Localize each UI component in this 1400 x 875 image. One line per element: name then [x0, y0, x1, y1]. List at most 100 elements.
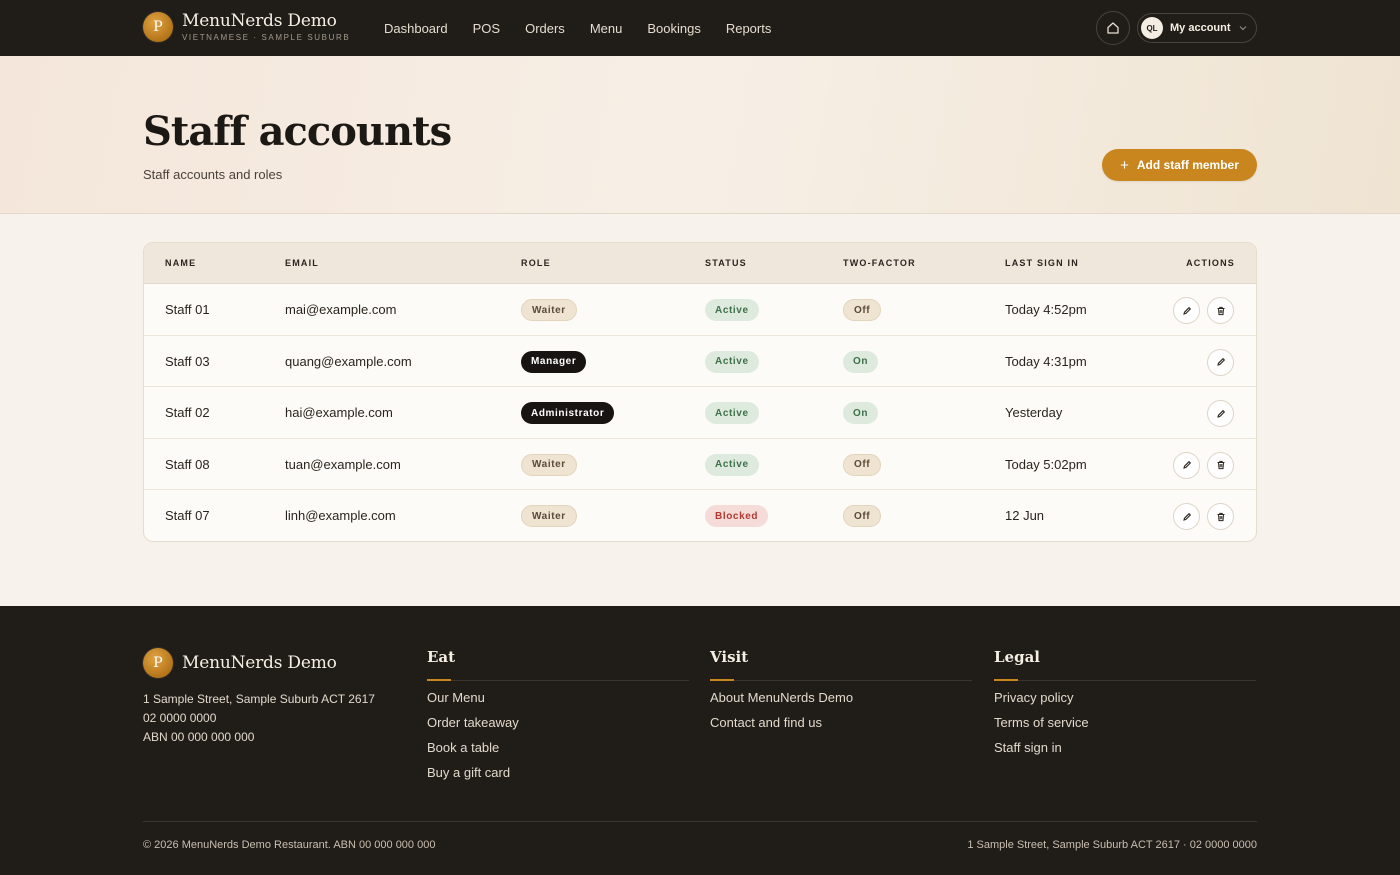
two-factor-badge: On	[843, 402, 879, 425]
footer-divider	[143, 821, 1257, 822]
footer-address: 1 Sample Street, Sample Suburb ACT 2617 …	[143, 690, 375, 747]
add-staff-button[interactable]: + Add staff member	[1102, 149, 1257, 181]
last-sign-in: Today 4:52pm	[1005, 302, 1087, 317]
page-header: Staff accounts Staff accounts and roles …	[0, 56, 1400, 214]
role-badge: Administrator	[521, 402, 615, 425]
role-badge: Manager	[521, 350, 587, 373]
staff-name: Staff 01	[165, 302, 210, 317]
last-sign-in: Yesterday	[1005, 405, 1063, 421]
status-badge: Active	[705, 453, 759, 476]
staff-name: Staff 07	[165, 508, 210, 524]
header-status[interactable]: STATUS	[705, 258, 747, 268]
delete-button[interactable]	[1207, 503, 1234, 531]
brand[interactable]: P MenuNerds Demo VIETNAMESE · SAMPLE SUB…	[143, 12, 350, 42]
pencil-icon	[1182, 512, 1191, 521]
delete-button[interactable]	[1207, 297, 1234, 324]
footer-link[interactable]: Staff sign in	[994, 740, 1256, 756]
status-badge: Active	[705, 350, 759, 373]
footer-link[interactable]: Our Menu	[427, 690, 689, 706]
footer-link[interactable]: Privacy policy	[994, 690, 1256, 706]
footer-column-legal: Legal Privacy policy Terms of service St…	[994, 648, 1256, 756]
footer-column-visit: Visit About MenuNerds Demo Contact and f…	[710, 648, 972, 731]
trash-icon	[1217, 512, 1224, 521]
nav-bookings[interactable]: Bookings	[647, 21, 700, 36]
nav-pos[interactable]: POS	[473, 21, 500, 36]
page-title: Staff accounts	[143, 108, 452, 155]
nav-dashboard[interactable]: Dashboard	[384, 21, 448, 36]
home-icon	[1107, 22, 1119, 34]
chevron-down-icon	[1239, 26, 1246, 31]
edit-button[interactable]	[1173, 503, 1200, 531]
footer-column-title: Visit	[710, 648, 972, 681]
footer-column-title: Eat	[427, 648, 689, 681]
header-actions: ACTIONS	[1186, 258, 1235, 268]
phone-line: 02 0000 0000	[143, 711, 217, 725]
two-factor-badge: Off	[843, 453, 882, 476]
staff-email: mai@example.com	[285, 302, 397, 317]
page-subtitle: Staff accounts and roles	[143, 167, 283, 182]
staff-name: Staff 02	[165, 405, 210, 421]
two-factor-badge: Off	[843, 299, 882, 321]
delete-button[interactable]	[1207, 451, 1234, 479]
last-sign-in: Today 5:02pm	[1005, 456, 1087, 472]
nav-menu[interactable]: Menu	[590, 21, 623, 36]
pencil-icon	[1182, 461, 1191, 470]
pencil-icon	[1182, 306, 1191, 315]
staff-table: NAME EMAIL ROLE STATUS TWO-FACTOR LAST S…	[143, 242, 1257, 542]
header-two-factor[interactable]: TWO-FACTOR	[843, 258, 916, 268]
pencil-icon	[1216, 358, 1225, 366]
table-row: Staff 01 mai@example.com Waiter Active O…	[144, 284, 1256, 336]
nav-orders[interactable]: Orders	[525, 21, 565, 36]
table-row: Staff 02 hai@example.com Administrator A…	[144, 387, 1256, 439]
footer-link[interactable]: Buy a gift card	[427, 765, 689, 781]
main-nav: Dashboard POS Orders Menu Bookings Repor…	[384, 0, 796, 56]
status-badge: Blocked	[705, 505, 769, 528]
copyright: © 2026 MenuNerds Demo Restaurant. ABN 00…	[143, 839, 436, 851]
header-last-sign-in[interactable]: LAST SIGN IN	[1005, 258, 1079, 268]
staff-email: tuan@example.com	[285, 456, 401, 472]
nav-reports[interactable]: Reports	[726, 21, 772, 36]
pencil-icon	[1216, 409, 1225, 418]
two-factor-badge: Off	[843, 505, 882, 528]
brand-logo: P	[143, 12, 173, 42]
footer-column-eat: Eat Our Menu Order takeaway Book a table…	[427, 648, 689, 781]
staff-name: Staff 08	[165, 456, 210, 472]
footer-link[interactable]: Order takeaway	[427, 715, 689, 731]
trash-icon	[1217, 306, 1224, 315]
role-badge: Waiter	[521, 505, 577, 528]
add-staff-label: Add staff member	[1136, 158, 1239, 172]
header-name[interactable]: NAME	[165, 258, 196, 268]
footer-brand[interactable]: P MenuNerds Demo	[143, 648, 337, 678]
footer-link[interactable]: Terms of service	[994, 715, 1256, 731]
footer-link[interactable]: About MenuNerds Demo	[710, 690, 972, 706]
footer-column-title: Legal	[994, 648, 1256, 681]
table-row: Staff 08 tuan@example.com Waiter Active …	[144, 439, 1256, 491]
last-sign-in: 12 Jun	[1005, 508, 1045, 524]
site-footer: P MenuNerds Demo 1 Sample Street, Sample…	[0, 606, 1400, 875]
edit-button[interactable]	[1173, 451, 1200, 479]
table-row: Staff 07 linh@example.com Waiter Blocked…	[144, 490, 1256, 541]
address-line: 1 Sample Street, Sample Suburb ACT 2617	[143, 692, 375, 706]
edit-button[interactable]	[1173, 297, 1200, 324]
table-header: NAME EMAIL ROLE STATUS TWO-FACTOR LAST S…	[144, 243, 1256, 284]
top-navbar: P MenuNerds Demo VIETNAMESE · SAMPLE SUB…	[0, 0, 1400, 56]
account-menu-button[interactable]: QL My account	[1137, 13, 1257, 43]
avatar: QL	[1141, 17, 1163, 39]
brand-subtitle: VIETNAMESE · SAMPLE SUBURB	[182, 33, 351, 42]
plus-icon: +	[1120, 156, 1129, 174]
role-badge: Waiter	[521, 299, 577, 321]
brand-name: MenuNerds Demo	[182, 11, 337, 31]
footer-link[interactable]: Contact and find us	[710, 715, 972, 731]
footer-contact-line: 1 Sample Street, Sample Suburb ACT 2617 …	[967, 839, 1257, 851]
edit-button[interactable]	[1207, 348, 1234, 376]
home-button[interactable]	[1096, 11, 1130, 45]
footer-link[interactable]: Book a table	[427, 740, 689, 756]
staff-email: quang@example.com	[285, 353, 412, 369]
staff-email: linh@example.com	[285, 508, 396, 524]
trash-icon	[1217, 461, 1224, 470]
header-email[interactable]: EMAIL	[285, 258, 319, 268]
staff-name: Staff 03	[165, 353, 210, 369]
edit-button[interactable]	[1207, 400, 1234, 428]
header-role[interactable]: ROLE	[521, 258, 551, 268]
table-row: Staff 03 quang@example.com Manager Activ…	[144, 336, 1256, 388]
